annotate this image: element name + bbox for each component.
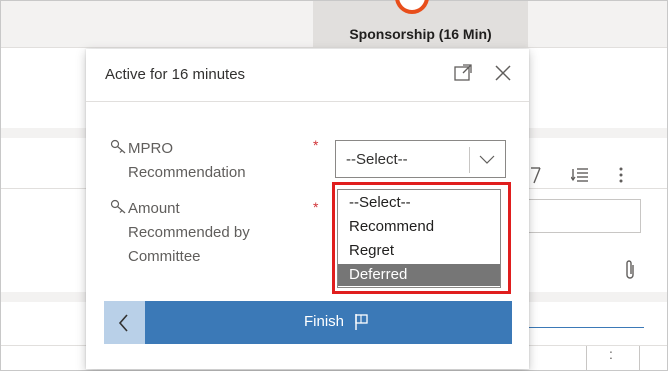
key-icon: [110, 139, 126, 154]
chevron-left-icon: [118, 314, 128, 332]
back-button[interactable]: [104, 301, 145, 344]
more-dots[interactable]: :: [609, 346, 613, 362]
expand-icon[interactable]: [451, 61, 475, 85]
flag-icon: [355, 314, 368, 330]
field-label-amount-recommended: Amount Recommended by Committee: [110, 197, 250, 269]
key-icon: [110, 199, 126, 214]
flyout-header: Active for 16 minutes: [86, 49, 529, 102]
sort-list-icon[interactable]: [571, 166, 589, 184]
more-vertical-icon[interactable]: [618, 166, 624, 184]
focus-underline: [529, 327, 644, 328]
filter-icon[interactable]: [530, 166, 542, 184]
text-input[interactable]: [529, 199, 641, 233]
grid-cell: :: [586, 346, 640, 370]
required-indicator: *: [313, 137, 319, 153]
flyout-title: Active for 16 minutes: [105, 66, 246, 83]
required-indicator: *: [313, 199, 319, 215]
stage-label: Sponsorship (16 Min): [349, 26, 492, 42]
mpro-recommendation-select[interactable]: --Select--: [335, 140, 506, 178]
red-highlight-box: [332, 182, 511, 294]
chevron-down-icon[interactable]: [478, 150, 496, 168]
select-divider: [469, 147, 470, 173]
finish-label: Finish: [304, 313, 345, 330]
finish-bar[interactable]: Finish: [104, 301, 512, 344]
close-icon[interactable]: [491, 61, 515, 85]
select-value: --Select--: [346, 151, 408, 168]
paperclip-icon[interactable]: [624, 259, 636, 281]
field-label-mpro-recommendation: MPRO Recommendation: [110, 137, 246, 185]
stage-flyout: Active for 16 minutes MPRO Recommendatio…: [86, 49, 529, 369]
